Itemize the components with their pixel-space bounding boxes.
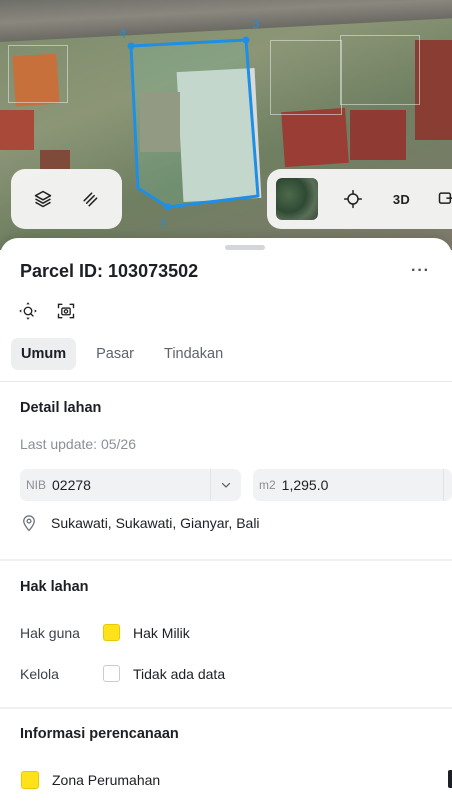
- location-row: Sukawati, Sukawati, Gianyar, Bali: [20, 514, 260, 532]
- kelola-row: Kelola Tidak ada data: [20, 665, 225, 682]
- zona-row: Zona Perumahan: [21, 771, 160, 789]
- measure-icon: [83, 192, 98, 207]
- crosshair-icon: [343, 189, 362, 209]
- tabs-divider: [0, 381, 452, 382]
- hak-guna-row: Hak guna Hak Milik: [20, 624, 190, 641]
- chevron-down-icon: [221, 482, 231, 488]
- zoom-to-parcel-button[interactable]: [17, 300, 39, 322]
- section-divider: [0, 559, 452, 561]
- nib-value: 02278: [52, 477, 91, 493]
- sheet-drag-handle[interactable]: [225, 245, 265, 250]
- map-tools-left: [11, 169, 122, 229]
- section-divider: [0, 707, 452, 709]
- more-options-button[interactable]: ···: [411, 262, 430, 280]
- hak-guna-value: Hak Milik: [133, 624, 190, 641]
- kelola-label: Kelola: [20, 665, 59, 682]
- hak-section-title: Hak lahan: [20, 579, 89, 595]
- nib-label: NIB: [26, 478, 47, 492]
- locate-button[interactable]: [332, 177, 373, 221]
- area-field[interactable]: m2 1,295.0: [253, 469, 452, 501]
- share-button[interactable]: [426, 177, 452, 221]
- map-tools-right: 3D: [267, 169, 452, 229]
- hak-milik-swatch: [103, 624, 120, 641]
- map-view[interactable]: 3 4 1 3D: [0, 0, 452, 250]
- nib-field[interactable]: NIB 02278: [20, 469, 241, 501]
- detail-section-title: Detail lahan: [20, 400, 102, 416]
- sheet-header: Parcel ID: 103073502 ···: [20, 260, 436, 282]
- zona-label: Zona Perumahan: [52, 772, 161, 788]
- area-unit-label: m2: [259, 478, 276, 492]
- hak-guna-label: Hak guna: [20, 624, 80, 641]
- vertex-label: 3: [252, 16, 259, 31]
- satellite-thumbnail: [276, 178, 318, 220]
- location-pin-icon: [23, 515, 35, 532]
- mode-3d-button[interactable]: 3D: [381, 177, 422, 221]
- kelola-value: Tidak ada data: [133, 665, 226, 682]
- zona-swatch: [21, 771, 39, 789]
- sheet-tabs: Umum Pasar Tindakan: [11, 338, 233, 370]
- tab-tindakan[interactable]: Tindakan: [154, 338, 233, 370]
- planning-section-title: Informasi perencanaan: [20, 726, 179, 742]
- parcel-tools: [17, 300, 77, 322]
- field-separator: [443, 469, 444, 501]
- scroll-edge-indicator: [448, 770, 452, 788]
- layers-icon: [34, 190, 51, 208]
- zoom-to-parcel-icon: [19, 302, 37, 320]
- share-icon: [438, 192, 452, 204]
- vertex-label: 1: [160, 216, 167, 231]
- area-value: 1,295.0: [281, 477, 329, 493]
- vertex-label: 4: [119, 26, 126, 41]
- nib-dropdown-button[interactable]: [211, 469, 241, 501]
- layers-button[interactable]: [21, 177, 65, 221]
- last-update-text: Last update: 05/26: [20, 436, 136, 452]
- screenshot-icon: [57, 303, 75, 319]
- parcel-detail-sheet: Parcel ID: 103073502 ··· Umum Pasar Tind…: [0, 238, 452, 804]
- basemap-thumbnail-button[interactable]: [276, 177, 318, 221]
- kelola-swatch: [103, 665, 120, 682]
- measure-button[interactable]: [68, 177, 112, 221]
- parcel-title: Parcel ID: 103073502: [20, 260, 199, 281]
- tab-umum[interactable]: Umum: [11, 338, 77, 370]
- tab-pasar[interactable]: Pasar: [86, 338, 144, 370]
- location-text: Sukawati, Sukawati, Gianyar, Bali: [51, 515, 260, 531]
- screenshot-button[interactable]: [55, 300, 77, 322]
- mode-3d-label: 3D: [392, 191, 411, 207]
